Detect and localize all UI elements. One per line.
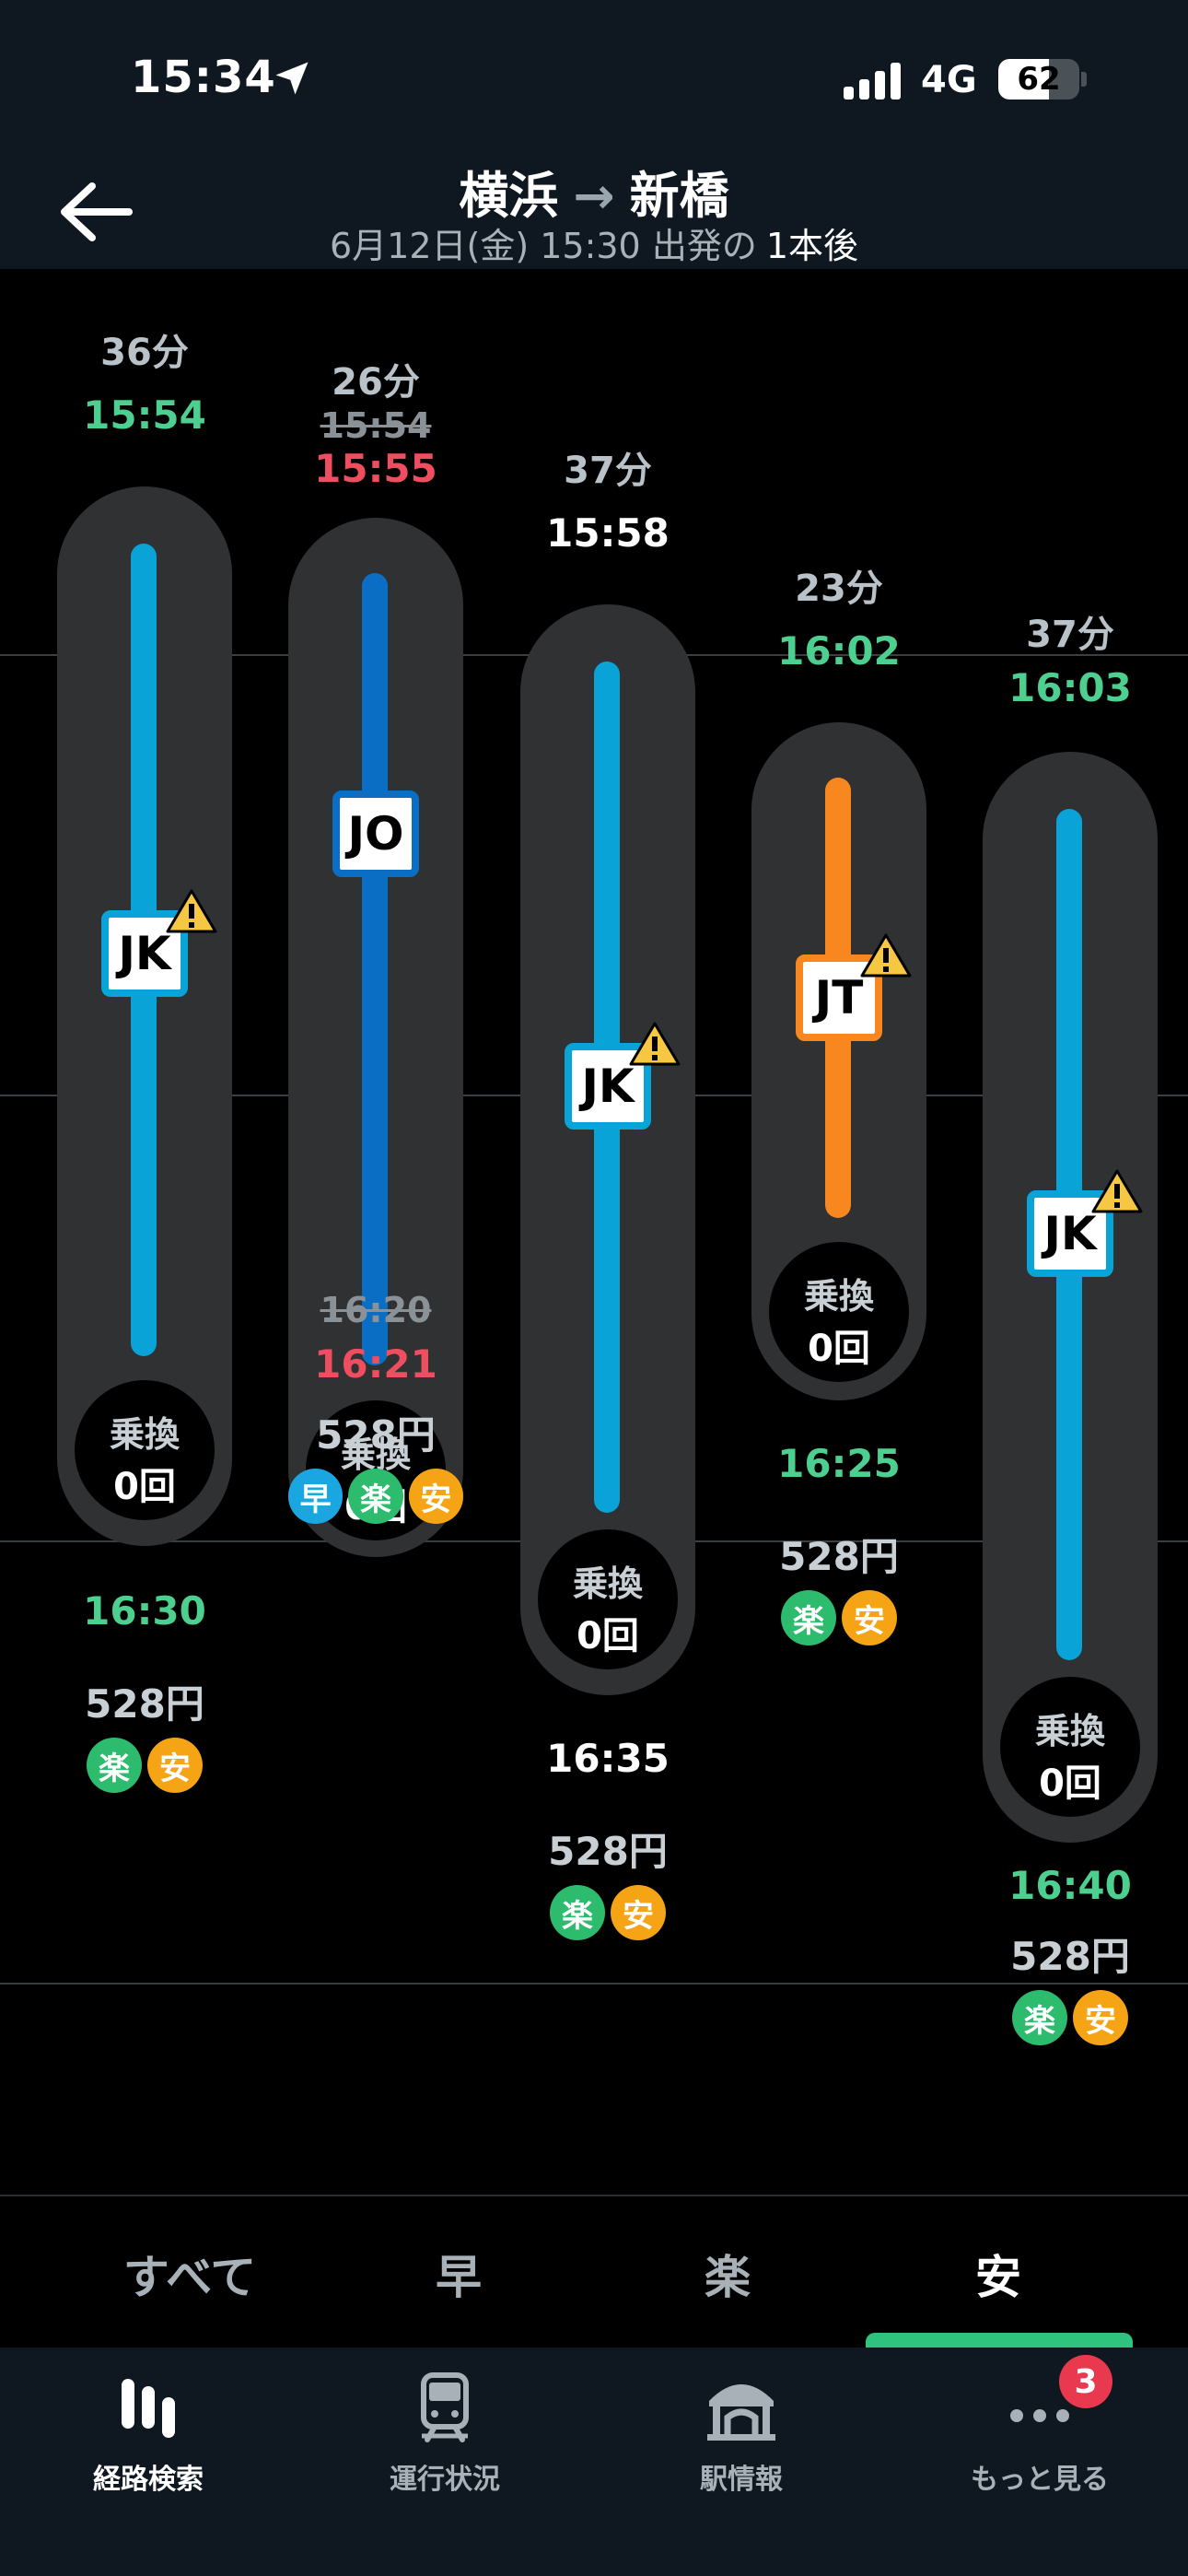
scheduled-arrival-time: 16:20 — [320, 1290, 432, 1330]
warning-icon — [1091, 1169, 1143, 1213]
station-icon — [707, 2384, 775, 2441]
fare: 528円 — [548, 1829, 668, 1874]
tag-raku: 楽 — [348, 1469, 403, 1524]
transfer-count: 乗換0回 — [75, 1380, 215, 1520]
nav-label: 運行状況 — [390, 2464, 500, 2496]
arrival-time: 16:35 — [546, 1736, 670, 1781]
nav-service-status[interactable]: 運行状況 — [297, 2366, 593, 2497]
battery-icon: 62 — [998, 59, 1079, 100]
departure-time: 16:03 — [1008, 665, 1132, 710]
nav-label: 経路検索 — [93, 2464, 204, 2496]
tab-easiest[interactable]: 楽 — [593, 2241, 862, 2307]
route-duration: 37分 — [1026, 614, 1114, 656]
route-tags: 楽 安 — [57, 1738, 232, 1793]
nav-station-info[interactable]: 駅情報 — [593, 2366, 890, 2497]
status-time: 15:34 — [131, 52, 276, 103]
train-offset: 1本後 — [765, 226, 859, 266]
route-tags: 楽 安 — [520, 1885, 695, 1940]
departure-datetime: 6月12日(金) 15:30 出発の — [329, 226, 757, 266]
warning-icon — [860, 933, 912, 978]
fare: 528円 — [779, 1534, 899, 1579]
arrival-time: 16:21 — [314, 1341, 437, 1387]
route-duration: 26分 — [332, 361, 420, 404]
tag-yasu: 安 — [611, 1885, 666, 1940]
top-bar: 15:34 4G 62 横浜 → 新橋 6月12日(金) 15:30 出発の 1本後 — [0, 0, 1188, 269]
route-duration: 37分 — [564, 450, 652, 492]
warning-icon — [166, 889, 217, 933]
route-search-icon — [122, 2379, 175, 2438]
nav-label: 駅情報 — [700, 2464, 783, 2496]
origin-station: 横浜 — [459, 167, 559, 225]
nav-label: もっと見る — [971, 2464, 1109, 2496]
bottom-nav: 経路検索 運行状況 駅情報 もっと見る — [0, 2348, 1188, 2576]
tab-all[interactable]: すべて — [55, 2241, 324, 2307]
tag-raku: 楽 — [781, 1590, 836, 1645]
transfer-count: 乗換0回 — [1000, 1677, 1140, 1817]
route-tags: 早 楽 安 — [288, 1469, 463, 1524]
arrival-time: 16:25 — [777, 1441, 901, 1486]
departure-time: 15:55 — [314, 446, 437, 491]
fare: 528円 — [316, 1412, 436, 1458]
arrival-time: 16:30 — [83, 1588, 206, 1633]
route-tags: 楽 安 — [983, 1990, 1158, 2045]
fare: 528円 — [85, 1681, 204, 1727]
tag-yasu: 安 — [147, 1738, 203, 1793]
battery-percent: 62 — [1017, 61, 1061, 98]
location-arrow-icon — [275, 62, 309, 95]
network-type: 4G — [921, 59, 977, 101]
search-condition[interactable]: 6月12日(金) 15:30 出発の 1本後 — [0, 217, 1188, 268]
signal-icon — [844, 63, 901, 100]
transfer-count: 乗換0回 — [769, 1242, 909, 1382]
route-duration: 23分 — [795, 568, 883, 610]
tab-cheapest[interactable]: 安 — [864, 2241, 1133, 2307]
active-tab-indicator — [866, 2333, 1133, 2348]
tab-fastest[interactable]: 早 — [324, 2241, 593, 2307]
filter-tabs: すべて 早 楽 安 — [0, 2195, 1188, 2348]
tag-raku: 楽 — [550, 1885, 605, 1940]
line-badge-jo: JO — [332, 790, 419, 877]
arrival-time: 16:40 — [1008, 1863, 1132, 1908]
battery-cap — [1081, 72, 1087, 87]
notification-badge: 3 — [1059, 2355, 1112, 2408]
tag-hayai: 早 — [288, 1469, 344, 1524]
route-arrow-icon: → — [573, 167, 615, 225]
transfer-count: 乗換0回 — [538, 1529, 678, 1669]
train-icon — [421, 2372, 469, 2442]
scheduled-departure-time: 15:54 — [320, 405, 432, 446]
departure-time: 16:02 — [777, 628, 901, 673]
tag-yasu: 安 — [408, 1469, 463, 1524]
tag-raku: 楽 — [1012, 1990, 1067, 2045]
departure-time: 15:54 — [83, 392, 206, 438]
tag-raku: 楽 — [87, 1738, 142, 1793]
tag-yasu: 安 — [1073, 1990, 1128, 2045]
fare: 528円 — [1010, 1934, 1130, 1979]
nav-more[interactable]: もっと見る — [891, 2366, 1188, 2497]
tag-yasu: 安 — [842, 1590, 897, 1645]
destination-station: 新橋 — [629, 167, 729, 225]
nav-route-search[interactable]: 経路検索 — [0, 2366, 297, 2497]
time-gridline — [0, 1983, 1188, 1985]
route-timeline: 36分 15:54 JK 乗換 0回 16:30 528円 楽 安 26分 15:… — [0, 269, 1188, 2195]
warning-icon — [629, 1022, 681, 1066]
line-bar — [362, 573, 388, 1365]
route-duration: 36分 — [100, 332, 189, 374]
departure-time: 15:58 — [546, 510, 670, 556]
route-tags: 楽 安 — [751, 1590, 926, 1645]
